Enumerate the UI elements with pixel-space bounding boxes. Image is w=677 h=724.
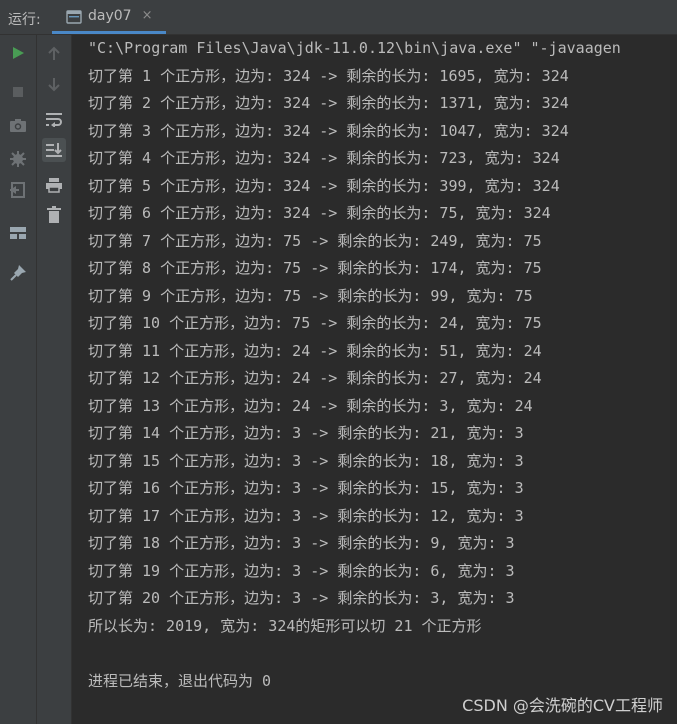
run-tab-bar: 运行: day07 × bbox=[0, 0, 677, 35]
run-label: 运行: bbox=[8, 12, 41, 28]
debug-icon[interactable] bbox=[6, 147, 30, 171]
layout-icon[interactable] bbox=[6, 221, 30, 245]
csdn-watermark: CSDN @会洗碗的CV工程师 bbox=[462, 696, 663, 715]
console-summary-line: 所以长为: 2019, 宽为: 324的矩形可以切 21 个正方形 bbox=[88, 617, 482, 635]
console-line: 切了第 2 个正方形，边为: 324 -> 剩余的长为: 1371, 宽为: 3… bbox=[88, 94, 569, 112]
console-line: 切了第 4 个正方形，边为: 324 -> 剩余的长为: 723, 宽为: 32… bbox=[88, 149, 560, 167]
up-arrow-icon[interactable] bbox=[42, 41, 66, 65]
run-toolbar-left bbox=[0, 35, 37, 724]
soft-wrap-icon[interactable] bbox=[42, 107, 66, 131]
console-command-line: "C:\Program Files\Java\jdk-11.0.12\bin\j… bbox=[88, 39, 621, 57]
console-line: 切了第 9 个正方形，边为: 75 -> 剩余的长为: 99, 宽为: 75 bbox=[88, 287, 533, 305]
console-line: 切了第 5 个正方形，边为: 324 -> 剩余的长为: 399, 宽为: 32… bbox=[88, 177, 560, 195]
console-line: 切了第 13 个正方形，边为: 24 -> 剩余的长为: 3, 宽为: 24 bbox=[88, 397, 533, 415]
console-line: 切了第 20 个正方形，边为: 3 -> 剩余的长为: 3, 宽为: 3 bbox=[88, 589, 515, 607]
console-line: 切了第 1 个正方形，边为: 324 -> 剩余的长为: 1695, 宽为: 3… bbox=[88, 67, 569, 85]
console-line: 切了第 10 个正方形，边为: 75 -> 剩余的长为: 24, 宽为: 75 bbox=[88, 314, 542, 332]
tab-day07[interactable]: day07 × bbox=[52, 0, 166, 34]
run-icon[interactable] bbox=[6, 41, 30, 65]
console-line: 切了第 19 个正方形，边为: 3 -> 剩余的长为: 6, 宽为: 3 bbox=[88, 562, 515, 580]
console-line: 切了第 8 个正方形，边为: 75 -> 剩余的长为: 174, 宽为: 75 bbox=[88, 259, 542, 277]
console-line: 切了第 14 个正方形，边为: 3 -> 剩余的长为: 21, 宽为: 3 bbox=[88, 424, 524, 442]
exit-icon[interactable] bbox=[6, 178, 30, 202]
console-line: 切了第 16 个正方形，边为: 3 -> 剩余的长为: 15, 宽为: 3 bbox=[88, 479, 524, 497]
console-line: 切了第 6 个正方形，边为: 324 -> 剩余的长为: 75, 宽为: 324 bbox=[88, 204, 551, 222]
console-output[interactable]: "C:\Program Files\Java\jdk-11.0.12\bin\j… bbox=[72, 35, 677, 724]
print-icon[interactable] bbox=[42, 173, 66, 197]
console-line: 切了第 17 个正方形，边为: 3 -> 剩余的长为: 12, 宽为: 3 bbox=[88, 507, 524, 525]
console-line: 切了第 15 个正方形，边为: 3 -> 剩余的长为: 18, 宽为: 3 bbox=[88, 452, 524, 470]
scroll-to-end-icon[interactable] bbox=[42, 138, 66, 162]
tab-label: day07 bbox=[88, 7, 132, 24]
down-arrow-icon[interactable] bbox=[42, 73, 66, 97]
stop-icon[interactable] bbox=[6, 80, 30, 104]
run-tool-window: 运行: day07 × "C:\Program Files\Java\jdk-1… bbox=[0, 0, 677, 724]
camera-icon[interactable] bbox=[6, 113, 30, 137]
run-toolbar-right bbox=[37, 35, 72, 724]
console-tab-icon bbox=[66, 9, 82, 24]
console-line: 切了第 3 个正方形，边为: 324 -> 剩余的长为: 1047, 宽为: 3… bbox=[88, 122, 569, 140]
trash-icon[interactable] bbox=[42, 203, 66, 227]
pin-icon[interactable] bbox=[6, 261, 30, 285]
console-line: 切了第 7 个正方形，边为: 75 -> 剩余的长为: 249, 宽为: 75 bbox=[88, 232, 542, 250]
console-line: 切了第 11 个正方形，边为: 24 -> 剩余的长为: 51, 宽为: 24 bbox=[88, 342, 542, 360]
console-exit-message: 进程已结束，退出代码为 0 bbox=[88, 672, 272, 690]
console-line: 切了第 12 个正方形，边为: 24 -> 剩余的长为: 27, 宽为: 24 bbox=[88, 369, 542, 387]
tab-close-icon[interactable]: × bbox=[142, 8, 153, 23]
console-line: 切了第 18 个正方形，边为: 3 -> 剩余的长为: 9, 宽为: 3 bbox=[88, 534, 515, 552]
